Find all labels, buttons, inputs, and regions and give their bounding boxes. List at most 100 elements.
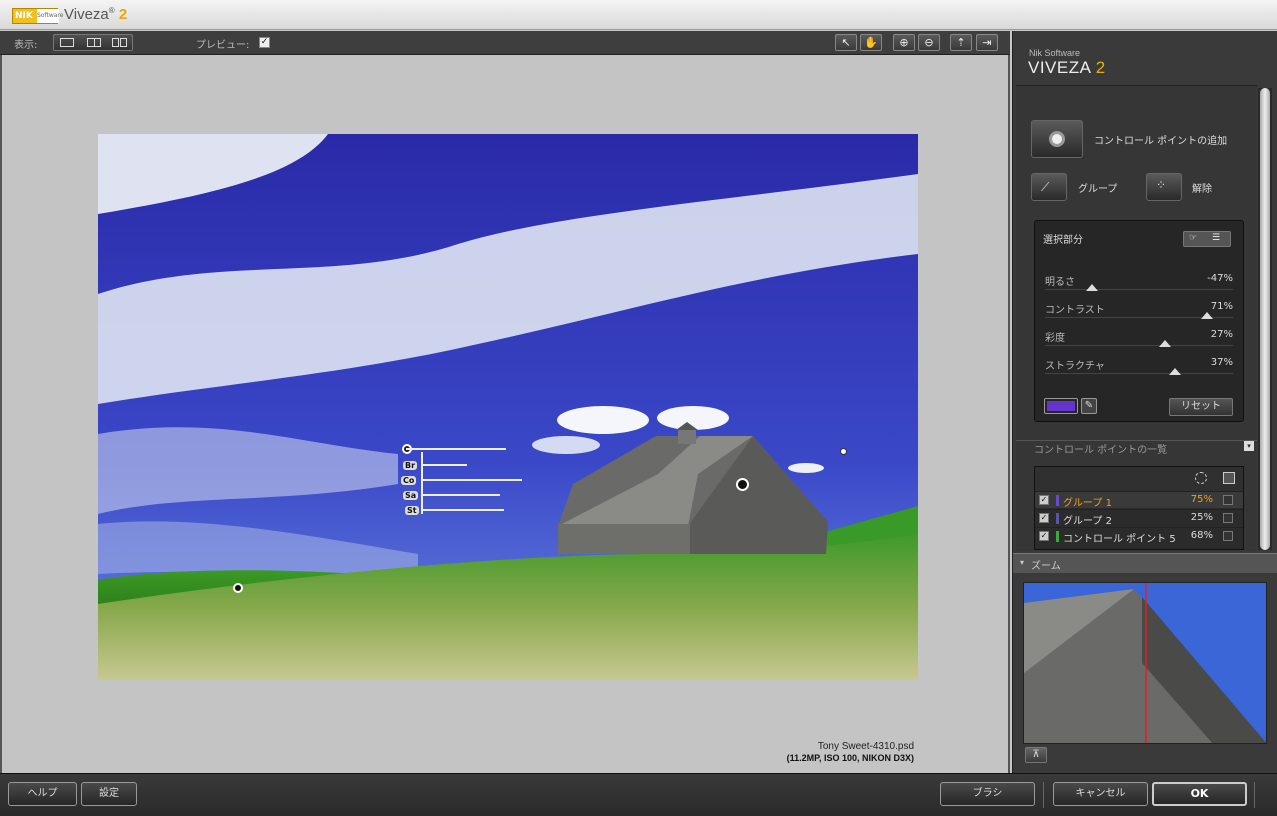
cp-list-menu-icon[interactable]: ▾ — [1244, 441, 1254, 451]
cp-row-name: コントロール ポイント 5 — [1063, 534, 1176, 545]
side-by-side-icon[interactable] — [112, 38, 119, 47]
cp-row-checkbox[interactable]: ✓ — [1039, 495, 1049, 505]
bottom-separator — [1043, 782, 1044, 808]
slider-track[interactable] — [1045, 373, 1233, 374]
selection-toggle[interactable]: ☞ ☰ — [1183, 231, 1231, 247]
control-point-hill[interactable] — [233, 583, 243, 593]
control-point-sky[interactable] — [840, 448, 847, 455]
cp-list-row[interactable]: ✓ グループ 2 25% — [1035, 509, 1243, 527]
selection-all-icon[interactable]: ☰ — [1212, 233, 1220, 243]
cp-slider-br[interactable] — [422, 464, 467, 466]
cp-row-name: グループ 2 — [1063, 516, 1112, 527]
photo-image — [98, 134, 918, 680]
cancel-button[interactable]: キャンセル — [1053, 782, 1148, 806]
cp-slider-size[interactable] — [406, 448, 506, 450]
view-label: 表示: — [14, 40, 38, 51]
hand-icon[interactable]: ✋ — [860, 34, 882, 51]
upload-icon[interactable]: ⇡ — [950, 34, 972, 51]
toggle-all-icon[interactable] — [1223, 472, 1235, 484]
scroll-thumb[interactable] — [1260, 88, 1270, 550]
zoom-image — [1024, 583, 1266, 743]
group-button[interactable]: ⟋ — [1031, 173, 1067, 201]
ungroup-icon: ⁘ — [1156, 178, 1167, 192]
slider-thumb[interactable] — [1086, 284, 1098, 291]
slider-track[interactable] — [1045, 289, 1233, 290]
selection-one-icon[interactable]: ☞ — [1189, 233, 1197, 243]
cp-row-mask-toggle[interactable] — [1223, 495, 1233, 505]
title-bar: NIK Software Viveza® 2 — [0, 0, 1277, 30]
cp-list-row[interactable]: ✓ グループ 1 75% — [1035, 491, 1243, 509]
cp-slider-sa[interactable] — [422, 494, 500, 496]
slider-thumb[interactable] — [1168, 368, 1181, 375]
slider-thumb[interactable] — [1159, 340, 1172, 347]
ok-button[interactable]: OK — [1152, 782, 1247, 806]
color-swatch-fill — [1047, 401, 1075, 411]
preview-checkbox[interactable]: ✓ — [259, 37, 270, 48]
cp-slider-st[interactable] — [422, 509, 504, 511]
zoom-in-icon[interactable]: ⊕ — [893, 34, 915, 51]
add-control-point-button[interactable] — [1031, 120, 1083, 158]
app-title-main: Viveza — [64, 6, 109, 23]
app-title: Viveza® 2 — [64, 6, 127, 23]
ungroup-label: 解除 — [1192, 184, 1212, 195]
selection-box: 選択部分 ☞ ☰ 明るさ -47% コントラスト 71% 彩度 27% ストラクチャ 37% … — [1034, 220, 1244, 422]
logo-sub-text: Software — [37, 9, 63, 23]
slider-label: 彩度 — [1045, 333, 1065, 344]
slider-label: 明るさ — [1045, 277, 1075, 288]
pointer-icon[interactable]: ↖ — [835, 34, 857, 51]
brand-title: VIVEZA 2 — [1028, 58, 1106, 78]
app-title-reg: ® — [108, 6, 115, 15]
selection-title: 選択部分 — [1043, 235, 1083, 246]
file-meta: (11.2MP, ISO 100, NIKON D3X) — [786, 753, 914, 763]
export-icon[interactable]: ⇥ — [976, 34, 998, 51]
bottom-bar: ヘルプ 設定 ブラシ キャンセル OK — [0, 773, 1277, 816]
zoom-collapse-icon: ▾ — [1020, 558, 1025, 567]
help-button[interactable]: ヘルプ — [8, 782, 77, 806]
cp-slider-co[interactable] — [422, 479, 522, 481]
zoom-header[interactable]: ▾ ズーム — [1013, 553, 1277, 573]
cp-row-value: 68% — [1190, 530, 1213, 541]
cp-label-st[interactable]: St — [405, 506, 419, 515]
color-swatch[interactable] — [1044, 398, 1078, 414]
show-mask-icon[interactable] — [1195, 472, 1207, 484]
panel-scroll-area: コントロール ポイントの追加 ⟋ グループ ⁘ 解除 選択部分 ☞ ☰ 明るさ -… — [1016, 85, 1257, 551]
pin-icon[interactable]: ⊼ — [1025, 747, 1047, 763]
cp-label-co[interactable]: Co — [401, 476, 417, 485]
cp-row-color — [1056, 531, 1059, 542]
logo-text: NIK — [15, 11, 33, 21]
panel-scrollbar[interactable] — [1258, 88, 1272, 550]
cp-row-color — [1056, 495, 1059, 506]
image-canvas[interactable]: Br Co Sa St Tony Sweet-4310.psd (11.2MP,… — [0, 55, 1010, 773]
slider-thumb[interactable] — [1200, 312, 1213, 319]
zoom-preview[interactable] — [1023, 582, 1267, 744]
cp-list-title: コントロール ポイントの一覧 — [1034, 445, 1168, 456]
single-view-icon[interactable] — [60, 38, 74, 47]
cp-row-color — [1056, 513, 1059, 524]
slider-value: 71% — [1210, 301, 1233, 312]
cp-row-checkbox[interactable]: ✓ — [1039, 531, 1049, 541]
ungroup-button[interactable]: ⁘ — [1146, 173, 1182, 201]
reset-button[interactable]: リセット — [1169, 398, 1233, 416]
photo-preview[interactable]: Br Co Sa St — [98, 134, 918, 680]
eyedropper-icon[interactable]: ✎ — [1081, 398, 1097, 414]
add-control-point-label: コントロール ポイントの追加 — [1094, 136, 1228, 147]
cp-row-checkbox[interactable]: ✓ — [1039, 513, 1049, 523]
split-view-icon[interactable] — [87, 38, 101, 47]
brush-button[interactable]: ブラシ — [940, 782, 1035, 806]
file-name: Tony Sweet-4310.psd — [817, 741, 914, 752]
slider-track[interactable] — [1045, 345, 1233, 346]
cp-stem — [421, 452, 423, 514]
cp-label-br[interactable]: Br — [403, 461, 418, 470]
cp-label-sa[interactable]: Sa — [403, 491, 419, 500]
cp-list-row[interactable]: ✓ コントロール ポイント 5 68% — [1035, 527, 1243, 545]
view-mode-group — [53, 34, 133, 51]
slider-value: 37% — [1210, 357, 1233, 368]
control-point-barn[interactable] — [736, 478, 749, 491]
slider-label: コントラスト — [1045, 305, 1105, 316]
cp-row-mask-toggle[interactable] — [1223, 513, 1233, 523]
cp-row-mask-toggle[interactable] — [1223, 531, 1233, 541]
settings-button[interactable]: 設定 — [81, 782, 137, 806]
cp-row-value: 75% — [1190, 494, 1213, 505]
top-toolbar: 表示: プレビュー: ✓ ↖ ✋ ⊕ ⊖ ⇡ ⇥ — [0, 31, 1010, 55]
zoom-out-icon[interactable]: ⊖ — [918, 34, 940, 51]
